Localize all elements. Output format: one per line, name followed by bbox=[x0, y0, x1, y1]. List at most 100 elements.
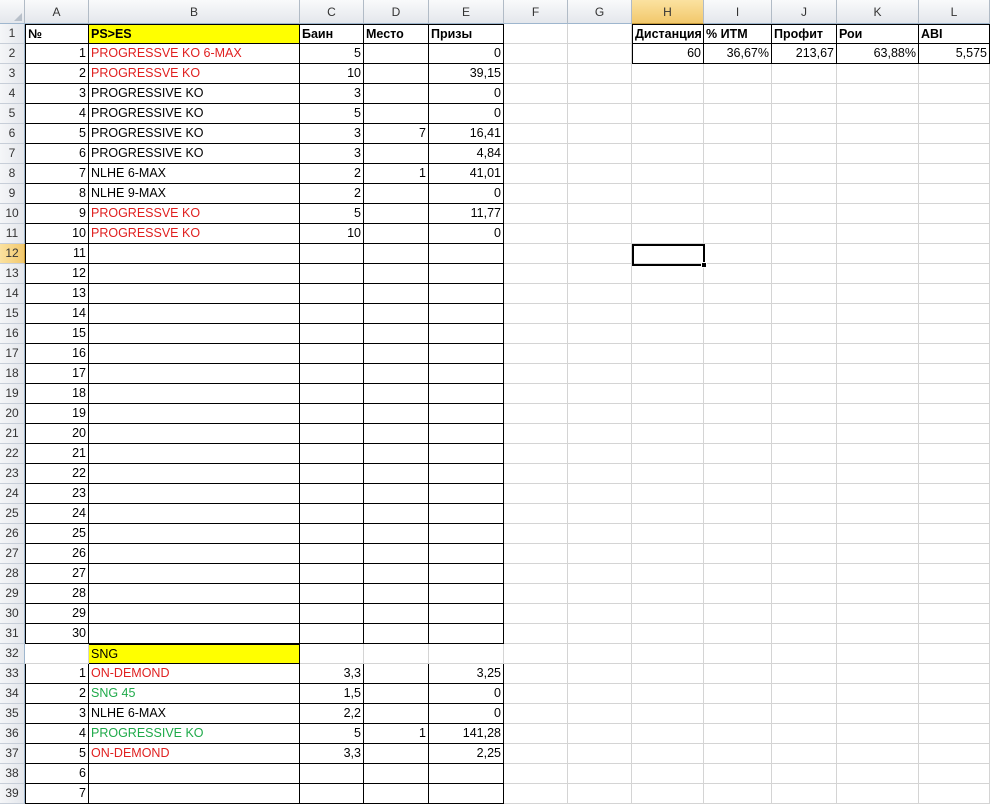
empty-cell[interactable] bbox=[772, 564, 837, 584]
empty-cell[interactable] bbox=[429, 644, 504, 664]
sng-row-number[interactable]: 5 bbox=[25, 744, 89, 764]
row-header-3[interactable]: 3 bbox=[0, 64, 25, 84]
empty-cell[interactable] bbox=[632, 644, 704, 664]
empty-cell[interactable] bbox=[704, 684, 772, 704]
table-row-prize[interactable]: 4,84 bbox=[429, 144, 504, 164]
header-ps-es[interactable]: PS>ES bbox=[89, 24, 300, 44]
empty-cell[interactable] bbox=[837, 124, 919, 144]
empty-cell[interactable] bbox=[919, 324, 990, 344]
empty-cell[interactable] bbox=[772, 84, 837, 104]
empty-cell[interactable] bbox=[772, 324, 837, 344]
empty-cell[interactable] bbox=[504, 144, 568, 164]
empty-cell[interactable] bbox=[919, 64, 990, 84]
empty-cell[interactable] bbox=[837, 704, 919, 724]
table-row-place[interactable] bbox=[364, 284, 429, 304]
empty-cell[interactable] bbox=[837, 464, 919, 484]
empty-cell[interactable] bbox=[837, 244, 919, 264]
sng-row-prize[interactable]: 141,28 bbox=[429, 724, 504, 744]
sng-row-name[interactable]: NLHE 6-MAX bbox=[89, 704, 300, 724]
row-header-14[interactable]: 14 bbox=[0, 284, 25, 304]
row-header-15[interactable]: 15 bbox=[0, 304, 25, 324]
empty-cell[interactable] bbox=[632, 784, 704, 804]
empty-cell[interactable] bbox=[632, 324, 704, 344]
empty-cell[interactable] bbox=[772, 584, 837, 604]
table-row-name[interactable]: PROGRESSIVE KO bbox=[89, 124, 300, 144]
table-row-buyin[interactable] bbox=[300, 484, 364, 504]
empty-cell[interactable] bbox=[919, 524, 990, 544]
table-row-prize[interactable] bbox=[429, 624, 504, 644]
table-row-buyin[interactable] bbox=[300, 604, 364, 624]
table-row-prize[interactable]: 39,15 bbox=[429, 64, 504, 84]
empty-cell[interactable] bbox=[919, 144, 990, 164]
table-row-buyin[interactable] bbox=[300, 624, 364, 644]
row-header-29[interactable]: 29 bbox=[0, 584, 25, 604]
table-row-number[interactable]: 11 bbox=[25, 244, 89, 264]
empty-cell[interactable] bbox=[772, 444, 837, 464]
table-row-place[interactable] bbox=[364, 584, 429, 604]
empty-cell[interactable] bbox=[504, 524, 568, 544]
row-header-19[interactable]: 19 bbox=[0, 384, 25, 404]
empty-cell[interactable] bbox=[632, 364, 704, 384]
empty-cell[interactable] bbox=[919, 224, 990, 244]
empty-cell[interactable] bbox=[504, 504, 568, 524]
table-row-place[interactable] bbox=[364, 404, 429, 424]
row-header-23[interactable]: 23 bbox=[0, 464, 25, 484]
empty-cell[interactable] bbox=[568, 244, 632, 264]
empty-cell[interactable] bbox=[568, 284, 632, 304]
header-buyin[interactable]: Баин bbox=[300, 24, 364, 44]
empty-cell[interactable] bbox=[919, 584, 990, 604]
sng-row-buyin[interactable] bbox=[300, 764, 364, 784]
table-row-place[interactable] bbox=[364, 384, 429, 404]
table-row-number[interactable]: 10 bbox=[25, 224, 89, 244]
empty-cell[interactable] bbox=[568, 304, 632, 324]
row-header-12[interactable]: 12 bbox=[0, 244, 25, 264]
empty-cell[interactable] bbox=[919, 204, 990, 224]
table-row-place[interactable] bbox=[364, 204, 429, 224]
stats-header[interactable]: ABI bbox=[919, 24, 990, 44]
empty-cell[interactable] bbox=[632, 664, 704, 684]
table-row-number[interactable]: 22 bbox=[25, 464, 89, 484]
table-row-prize[interactable] bbox=[429, 484, 504, 504]
sng-row-number[interactable]: 3 bbox=[25, 704, 89, 724]
empty-cell[interactable] bbox=[704, 784, 772, 804]
empty-cell[interactable] bbox=[772, 544, 837, 564]
empty-cell[interactable] bbox=[504, 464, 568, 484]
table-row-buyin[interactable] bbox=[300, 544, 364, 564]
empty-cell[interactable] bbox=[772, 244, 837, 264]
table-row-name[interactable] bbox=[89, 284, 300, 304]
empty-cell[interactable] bbox=[772, 124, 837, 144]
empty-cell[interactable] bbox=[919, 104, 990, 124]
empty-cell[interactable] bbox=[568, 364, 632, 384]
sng-row-prize[interactable]: 0 bbox=[429, 684, 504, 704]
empty-cell[interactable] bbox=[919, 124, 990, 144]
table-row-prize[interactable] bbox=[429, 524, 504, 544]
table-row-name[interactable] bbox=[89, 444, 300, 464]
empty-cell[interactable] bbox=[568, 444, 632, 464]
empty-cell[interactable] bbox=[772, 424, 837, 444]
column-header-g[interactable]: G bbox=[568, 0, 632, 24]
empty-cell[interactable] bbox=[772, 104, 837, 124]
sng-row-prize[interactable] bbox=[429, 764, 504, 784]
table-row-name[interactable]: PROGRESSIVE KO bbox=[89, 144, 300, 164]
row-header-28[interactable]: 28 bbox=[0, 564, 25, 584]
row-header-34[interactable]: 34 bbox=[0, 684, 25, 704]
empty-cell[interactable] bbox=[568, 484, 632, 504]
column-header-h[interactable]: H bbox=[632, 0, 704, 24]
table-row-prize[interactable] bbox=[429, 504, 504, 524]
sng-row-number[interactable]: 2 bbox=[25, 684, 89, 704]
empty-cell[interactable] bbox=[632, 444, 704, 464]
empty-cell[interactable] bbox=[919, 424, 990, 444]
empty-cell[interactable] bbox=[919, 384, 990, 404]
empty-cell[interactable] bbox=[919, 344, 990, 364]
empty-cell[interactable] bbox=[837, 184, 919, 204]
table-row-number[interactable]: 12 bbox=[25, 264, 89, 284]
table-row-name[interactable] bbox=[89, 584, 300, 604]
table-row-place[interactable] bbox=[364, 544, 429, 564]
empty-cell[interactable] bbox=[837, 564, 919, 584]
empty-cell[interactable] bbox=[837, 744, 919, 764]
table-row-name[interactable] bbox=[89, 504, 300, 524]
empty-cell[interactable] bbox=[837, 584, 919, 604]
row-header-8[interactable]: 8 bbox=[0, 164, 25, 184]
table-row-place[interactable] bbox=[364, 564, 429, 584]
table-row-place[interactable] bbox=[364, 304, 429, 324]
